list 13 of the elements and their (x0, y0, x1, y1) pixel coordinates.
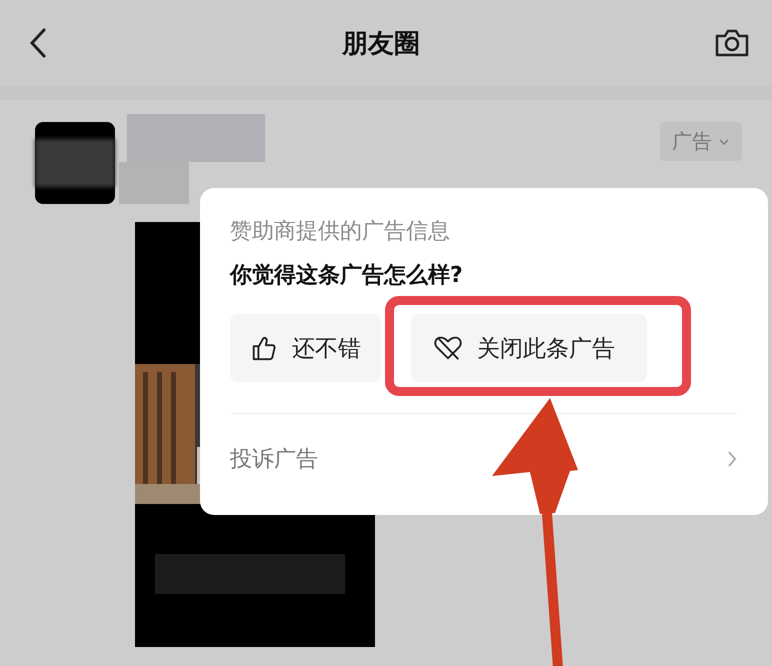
back-icon[interactable] (28, 27, 48, 59)
popup-caption: 赞助商提供的广告信息 (230, 218, 451, 246)
chevron-right-icon (726, 449, 738, 469)
close-ad-button[interactable]: 关闭此条广告 (411, 314, 647, 382)
chevron-down-icon (718, 138, 730, 146)
camera-icon[interactable] (714, 28, 750, 58)
report-ad-item[interactable]: 投诉广告 (230, 414, 738, 504)
blurred-text (119, 162, 189, 204)
crossed-heart-icon (433, 334, 463, 362)
thumbs-up-icon (250, 334, 278, 362)
popup-question: 你觉得这条广告怎么样? (230, 262, 464, 290)
like-button[interactable]: 还不错 (230, 314, 381, 382)
page-title: 朋友圈 (342, 28, 420, 60)
